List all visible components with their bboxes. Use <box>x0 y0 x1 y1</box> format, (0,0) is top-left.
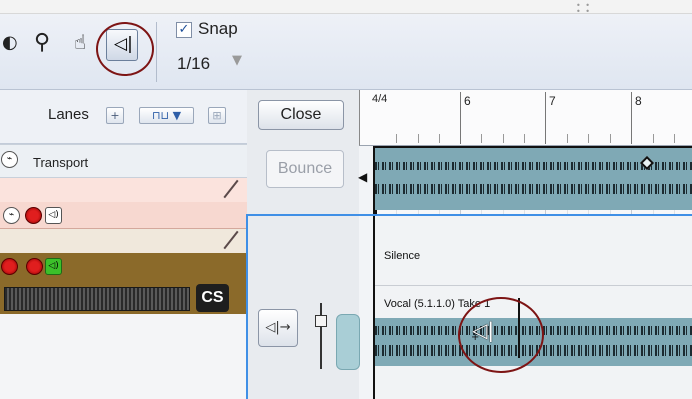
lane-grid-button[interactable]: ⊞ <box>208 107 226 124</box>
ruler-tick <box>588 134 589 143</box>
zoom-icon[interactable]: ⚲ <box>34 30 50 55</box>
selected-track-frame <box>246 214 692 399</box>
snap-value[interactable]: 1/16 <box>177 54 210 74</box>
bounce-button[interactable]: Bounce <box>266 150 344 188</box>
automation-icon[interactable] <box>1 258 18 275</box>
waveform <box>375 184 692 194</box>
ruler-tick <box>653 134 654 143</box>
ruler-tick <box>481 134 482 143</box>
partial-tool-icon[interactable]: ◐ <box>2 32 18 56</box>
bar-line <box>460 92 461 144</box>
level-meter <box>4 287 190 311</box>
automation-icon[interactable]: ⌁ <box>3 207 20 224</box>
hand-icon[interactable]: ☝ <box>74 30 86 54</box>
ruler-tick <box>567 134 568 143</box>
ruler-tick <box>674 134 675 143</box>
bar-line <box>631 92 632 144</box>
track-list-empty <box>0 314 247 399</box>
bar-number: 7 <box>549 94 556 108</box>
record-arm-button[interactable] <box>25 207 42 224</box>
cs-badge[interactable]: CS <box>196 284 229 312</box>
bar-number: 6 <box>464 94 471 108</box>
audio-clip-top[interactable] <box>375 146 692 210</box>
add-lane-button[interactable]: + <box>106 107 124 124</box>
grip-handle[interactable]: • • • • <box>576 2 600 16</box>
ruler-tick <box>439 134 440 143</box>
track-tan-header <box>0 229 247 253</box>
ruler-tick <box>396 134 397 143</box>
volume-icon[interactable]: ◁) <box>45 258 62 275</box>
ruler-tick <box>610 134 611 143</box>
ruler-tick <box>418 134 419 143</box>
volume-icon[interactable]: ◁) <box>45 207 62 224</box>
snap-label: Snap <box>198 19 238 38</box>
bar-number: 8 <box>635 94 642 108</box>
ruler-tick <box>524 134 525 143</box>
highlight-circle-tool <box>96 22 154 76</box>
transport-label: Transport <box>33 155 89 170</box>
lanes-label: Lanes <box>48 106 89 123</box>
ruler-tick <box>503 134 504 143</box>
snap-checkbox[interactable]: ✓ <box>176 22 192 38</box>
toolbar-divider <box>156 22 157 82</box>
track-pink-header <box>0 178 247 202</box>
daw-window: • • • • ◐ ⚲ ☝ ◁| ✓ Snap 1/16 ▼ Lanes + ⊓… <box>0 0 692 399</box>
lane-view-dropdown[interactable]: ⊓⊔ ▼ <box>139 107 194 124</box>
automation-icon[interactable]: ⌁ <box>1 151 18 168</box>
bar-line <box>545 92 546 144</box>
record-arm-button[interactable] <box>26 258 43 275</box>
timeline-ruler[interactable] <box>359 90 692 146</box>
chevron-down-icon[interactable]: ▼ <box>232 53 242 68</box>
time-signature: 4/4 <box>372 93 388 105</box>
clip-start-marker[interactable]: ◀ <box>358 170 367 184</box>
close-button[interactable]: Close <box>258 100 344 130</box>
